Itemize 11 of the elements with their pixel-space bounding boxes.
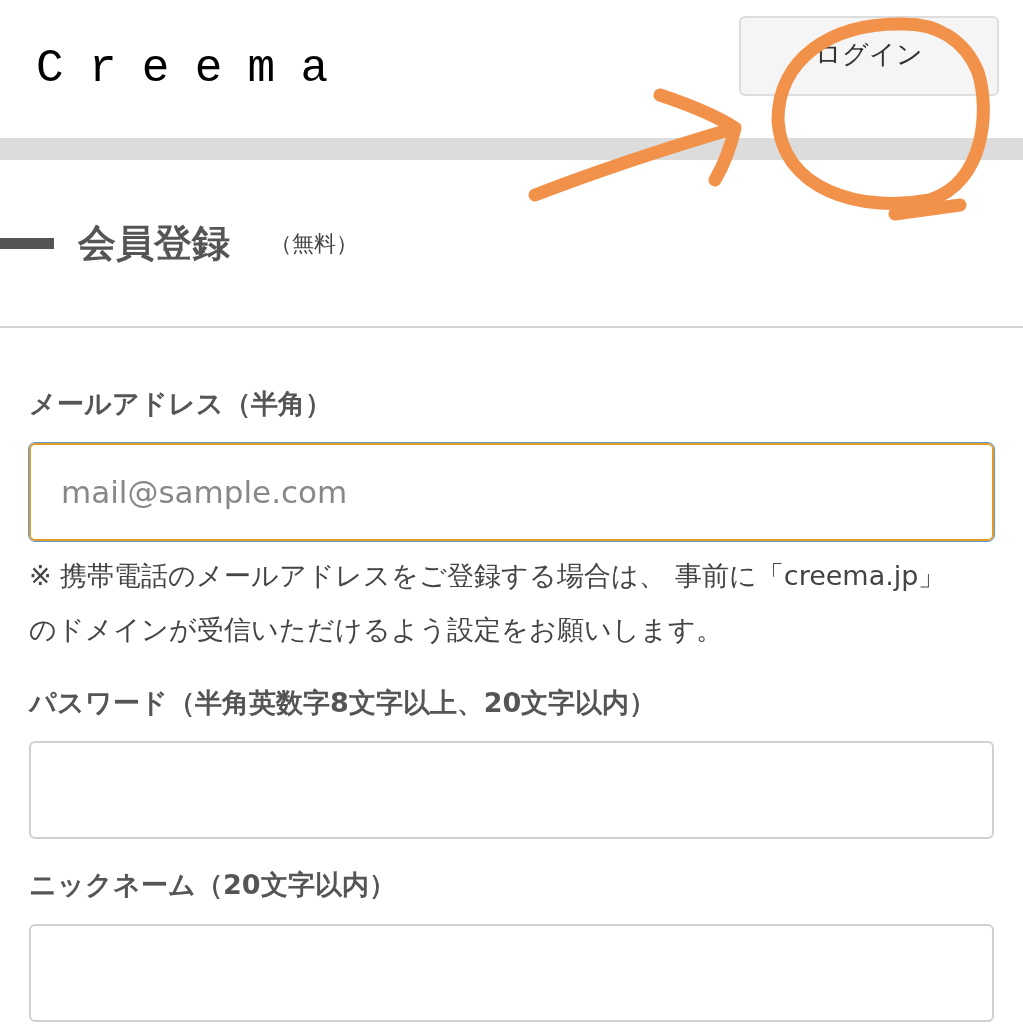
section-note: （無料）	[270, 229, 358, 258]
logo: Creema	[36, 41, 354, 97]
field-label: パスワード（半角英数字8文字以上、20文字以内）	[29, 685, 658, 720]
field-label: メールアドレス（半角）	[29, 387, 333, 421]
help-text: ※ 携帯電話のメールアドレスをご登録する場合は、 事前に「creema.jp」のドメインが受信いただけるよう設定をお願いします。	[29, 558, 947, 647]
section-marker	[0, 237, 54, 249]
input-field[interactable]	[29, 741, 994, 839]
input-field[interactable]: mail@sample.com	[29, 442, 994, 541]
input-field[interactable]	[29, 923, 994, 1022]
section-title: 会員登録	[78, 219, 230, 267]
field-label: ニックネーム（20文字以内）	[29, 868, 397, 902]
